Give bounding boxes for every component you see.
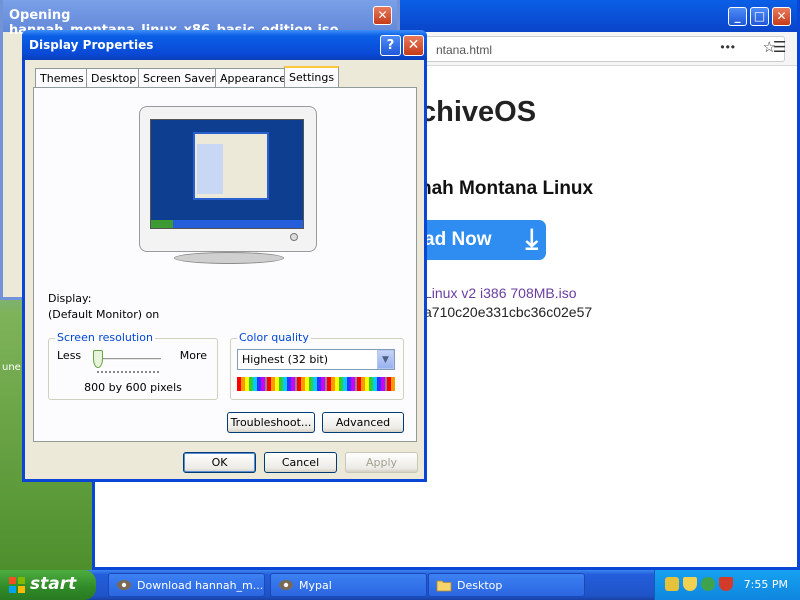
color-quality-select[interactable]: Highest (32 bit) ▼	[237, 349, 395, 370]
advanced-button[interactable]: Advanced	[322, 412, 404, 433]
page-heading: nah Montana Linux	[420, 178, 594, 199]
help-button[interactable]: ?	[380, 35, 401, 56]
settings-panel: Display: (Default Monitor) on Screen res…	[33, 87, 417, 442]
task-desktop[interactable]: Desktop	[428, 573, 585, 597]
dialog-title-bar[interactable]: Display Properties ? ✕	[22, 30, 427, 60]
tab-themes[interactable]: Themes	[35, 68, 89, 88]
download-icon: ⤓	[525, 223, 538, 254]
resolution-slider-track[interactable]	[93, 358, 161, 361]
display-value: (Default Monitor) on	[48, 308, 160, 321]
page-actions-icon[interactable]: •••	[720, 40, 736, 54]
task-mypal-label: Mypal	[299, 579, 332, 592]
alert-shield-icon[interactable]	[719, 577, 733, 591]
screen-resolution-group: Screen resolution Less More 800 by 600 p…	[48, 331, 218, 400]
cancel-button[interactable]: Cancel	[264, 452, 337, 473]
monitor-preview	[139, 106, 317, 252]
tab-appearance[interactable]: Appearance	[215, 68, 292, 88]
more-label: More	[179, 349, 207, 362]
display-properties-dialog: Display Properties ? ✕ Themes Desktop Sc…	[22, 30, 427, 482]
screen-resolution-title: Screen resolution	[55, 331, 155, 344]
mypal-icon	[279, 580, 293, 590]
resolution-slider-thumb[interactable]	[93, 350, 103, 368]
windows-logo-icon	[9, 577, 25, 593]
tab-desktop[interactable]: Desktop	[86, 68, 142, 88]
tab-settings[interactable]: Settings	[284, 66, 340, 89]
ok-button[interactable]: OK	[183, 452, 256, 473]
dialog-title: Display Properties	[29, 38, 154, 52]
iso-file-link[interactable]: Linux v2 i386 708MB.iso	[424, 285, 577, 301]
mypal-icon	[117, 580, 131, 590]
url-text: ntana.html	[436, 43, 493, 57]
url-bar[interactable]: ntana.html ••• ☆	[395, 36, 785, 62]
start-label: start	[30, 574, 77, 594]
apply-button[interactable]: Apply	[345, 452, 418, 473]
color-quality-group: Color quality Highest (32 bit) ▼	[230, 331, 404, 400]
task-mypal[interactable]: Mypal	[270, 573, 427, 597]
network-icon[interactable]	[665, 577, 679, 591]
download-now-button[interactable]: ad Now ⤓	[410, 220, 546, 260]
folder-icon	[436, 580, 452, 592]
task-download[interactable]: Download hannah_m...	[108, 573, 265, 597]
task-desktop-label: Desktop	[457, 579, 503, 592]
task-download-label: Download hannah_m...	[137, 579, 264, 592]
site-brand: chiveOS	[420, 96, 537, 128]
chevron-down-icon[interactable]: ▼	[377, 350, 394, 369]
color-quality-value: Highest (32 bit)	[242, 353, 329, 366]
update-icon[interactable]	[701, 577, 715, 591]
color-spectrum-bar	[237, 377, 395, 391]
less-label: Less	[57, 349, 82, 362]
hamburger-menu-icon[interactable]: ☰	[773, 38, 786, 56]
taskbar: start Download hannah_m... Mypal Desktop…	[0, 570, 800, 600]
monitor-screen	[150, 119, 304, 229]
slider-ticks	[97, 371, 159, 375]
minimize-button[interactable]: _	[728, 7, 747, 26]
color-quality-title: Color quality	[237, 331, 311, 344]
preview-taskbar	[151, 220, 303, 228]
maximize-button[interactable]: □	[750, 7, 769, 26]
opening-dialog-close-button[interactable]: ✕	[373, 6, 392, 25]
tab-screen-saver[interactable]: Screen Saver	[138, 68, 221, 88]
clock[interactable]: 7:55 PM	[744, 578, 788, 591]
resolution-value: 800 by 600 pixels	[84, 381, 182, 394]
dialog-close-button[interactable]: ✕	[403, 35, 424, 56]
browser-close-button[interactable]: ✕	[772, 7, 791, 26]
monitor-power-icon	[290, 233, 298, 241]
opening-dialog-title-bar[interactable]: Opening hannah_montana_linux_x86_basic_e…	[3, 0, 397, 38]
start-button[interactable]: start	[0, 570, 96, 600]
download-button-label: ad Now	[424, 229, 492, 250]
system-tray: 7:55 PM	[654, 570, 800, 600]
monitor-stand	[174, 252, 284, 264]
file-hash: a710c20e331cbc36c02e57	[424, 304, 593, 320]
preview-window	[193, 132, 269, 200]
desktop-icon-label[interactable]: une	[2, 362, 21, 373]
security-shield-icon[interactable]	[683, 577, 697, 591]
display-label: Display:	[48, 292, 92, 305]
troubleshoot-button[interactable]: Troubleshoot...	[227, 412, 315, 433]
